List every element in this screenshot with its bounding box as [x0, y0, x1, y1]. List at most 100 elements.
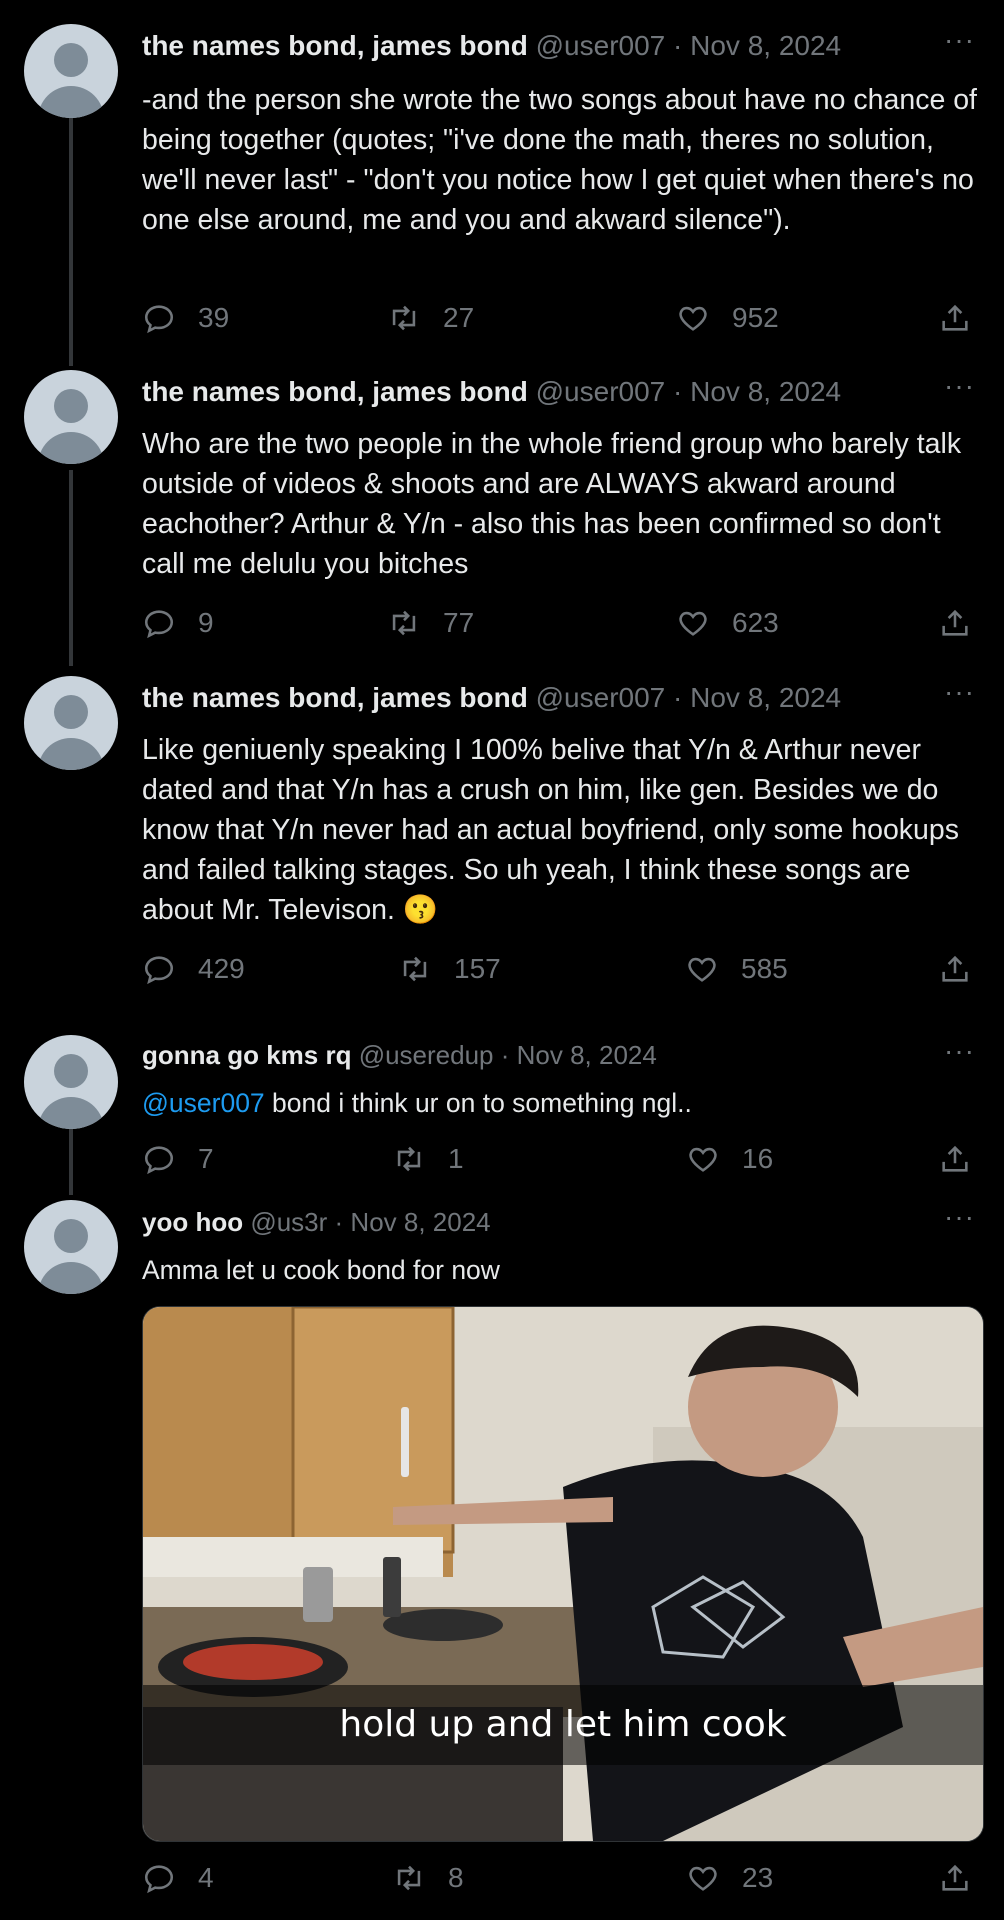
tweet-header: gonna go kms rq @useredup · Nov 8, 2024 — [142, 1040, 657, 1071]
retweet-button[interactable]: 8 — [392, 1861, 464, 1895]
timestamp[interactable]: · Nov 8, 2024 — [501, 1040, 657, 1070]
heart-icon — [689, 1866, 717, 1891]
retweet-button[interactable]: 27 — [387, 301, 474, 335]
tweet[interactable]: the names bond, james bond @user007 · No… — [0, 676, 1004, 1016]
reply-icon — [144, 1146, 174, 1175]
display-name[interactable]: the names bond, james bond — [142, 682, 528, 713]
heart-icon — [688, 957, 716, 982]
reply-count: 9 — [198, 607, 214, 638]
tweet-header: the names bond, james bond @user007 · No… — [142, 30, 841, 62]
handle[interactable]: @us3r — [250, 1207, 327, 1237]
display-name[interactable]: yoo hoo — [142, 1207, 243, 1237]
avatar[interactable] — [24, 24, 118, 118]
display-name[interactable]: the names bond, james bond — [142, 376, 528, 407]
timestamp[interactable]: · Nov 8, 2024 — [673, 682, 841, 713]
tweet[interactable]: gonna go kms rq @useredup · Nov 8, 2024 … — [0, 1035, 1004, 1195]
retweet-count: 1 — [448, 1143, 464, 1174]
reply-button[interactable]: 4 — [142, 1861, 214, 1895]
meme-caption: hold up and let him cook — [339, 1704, 787, 1745]
timestamp[interactable]: · Nov 8, 2024 — [673, 30, 841, 61]
like-count: 585 — [741, 953, 788, 984]
tweet-header: yoo hoo @us3r · Nov 8, 2024 — [142, 1207, 491, 1238]
retweet-icon — [403, 956, 427, 982]
share-icon — [942, 1864, 968, 1891]
reply-button[interactable]: 9 — [142, 606, 214, 640]
share-icon — [942, 1145, 968, 1172]
tweet[interactable]: the names bond, james bond @user007 · No… — [0, 370, 1004, 670]
like-button[interactable]: 16 — [686, 1142, 773, 1176]
share-button[interactable] — [938, 606, 972, 647]
tweet-text: Like geniuenly speaking I 100% belive th… — [142, 734, 959, 926]
tweet-actions: 39 27 952 — [142, 301, 982, 341]
tweet[interactable]: the names bond, james bond @user007 · No… — [0, 0, 1004, 370]
tweet-text: @user007 bond i think ur on to something… — [142, 1083, 987, 1123]
retweet-count: 8 — [448, 1862, 464, 1893]
handle[interactable]: @user007 — [536, 682, 666, 713]
share-button[interactable] — [938, 301, 972, 342]
reply-icon — [144, 305, 174, 334]
tweet-actions: 4 8 23 — [142, 1861, 982, 1901]
reply-icon — [144, 610, 174, 639]
reply-count: 4 — [198, 1862, 214, 1893]
heart-icon — [679, 306, 707, 331]
tweet-actions: 9 77 623 — [142, 606, 982, 646]
heart-icon — [689, 1147, 717, 1172]
tweet-text: Amma let u cook bond for now — [142, 1255, 500, 1285]
like-count: 952 — [732, 302, 779, 333]
avatar[interactable] — [24, 1200, 118, 1294]
handle[interactable]: @user007 — [536, 30, 666, 61]
retweet-button[interactable]: 157 — [398, 952, 501, 986]
retweet-count: 157 — [454, 953, 501, 984]
timestamp[interactable]: · Nov 8, 2024 — [335, 1207, 491, 1237]
retweet-button[interactable]: 1 — [392, 1142, 464, 1176]
reply-count: 429 — [198, 953, 245, 984]
more-icon[interactable]: ··· — [944, 24, 975, 56]
retweet-button[interactable]: 77 — [387, 606, 474, 640]
share-icon — [942, 304, 968, 331]
tweet-text-body: bond i think ur on to something ngl.. — [264, 1088, 692, 1118]
reply-button[interactable]: 7 — [142, 1142, 214, 1176]
share-button[interactable] — [938, 952, 972, 993]
display-name[interactable]: gonna go kms rq — [142, 1040, 351, 1070]
tweet-media-image[interactable]: hold up and let him cook — [142, 1306, 984, 1842]
like-button[interactable]: 952 — [676, 301, 779, 335]
reply-button[interactable]: 39 — [142, 301, 229, 335]
avatar[interactable] — [24, 370, 118, 464]
tweet-actions: 429 157 585 — [142, 952, 982, 992]
tweet-text: Who are the two people in the whole frie… — [142, 428, 962, 580]
tweet-actions: 7 1 16 — [142, 1142, 982, 1182]
mention-link[interactable]: @user007 — [142, 1088, 265, 1118]
avatar[interactable] — [24, 1035, 118, 1129]
reply-count: 7 — [198, 1143, 214, 1174]
like-button[interactable]: 585 — [685, 952, 788, 986]
tweet-text: -and the person she wrote the two songs … — [142, 84, 977, 236]
like-count: 23 — [742, 1862, 774, 1893]
retweet-icon — [397, 1865, 421, 1891]
retweet-icon — [392, 305, 416, 331]
retweet-count: 77 — [443, 607, 475, 638]
handle[interactable]: @useredup — [359, 1040, 494, 1070]
like-count: 16 — [742, 1143, 774, 1174]
display-name[interactable]: the names bond, james bond — [142, 30, 528, 61]
handle[interactable]: @user007 — [536, 376, 666, 407]
more-icon[interactable]: ··· — [944, 1201, 975, 1233]
reply-icon — [144, 956, 174, 985]
like-button[interactable]: 23 — [686, 1861, 773, 1895]
tweet-header: the names bond, james bond @user007 · No… — [142, 376, 841, 408]
retweet-icon — [397, 1146, 421, 1172]
heart-icon — [679, 611, 707, 636]
share-icon — [942, 955, 968, 982]
share-button[interactable] — [938, 1861, 972, 1902]
more-icon[interactable]: ··· — [944, 676, 975, 708]
like-count: 623 — [732, 607, 779, 638]
timestamp[interactable]: · Nov 8, 2024 — [673, 376, 841, 407]
avatar[interactable] — [24, 676, 118, 770]
more-icon[interactable]: ··· — [944, 1035, 975, 1067]
reply-button[interactable]: 429 — [142, 952, 245, 986]
reply-count: 39 — [198, 302, 230, 333]
retweet-count: 27 — [443, 302, 475, 333]
like-button[interactable]: 623 — [676, 606, 779, 640]
share-button[interactable] — [938, 1142, 972, 1183]
tweet-header: the names bond, james bond @user007 · No… — [142, 682, 841, 714]
more-icon[interactable]: ··· — [944, 370, 975, 402]
